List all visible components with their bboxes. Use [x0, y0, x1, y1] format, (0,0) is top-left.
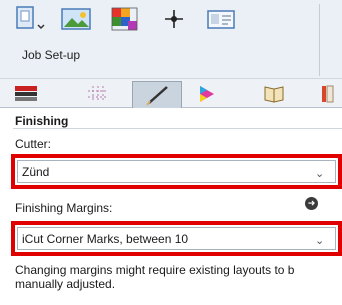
section-label: Job Set-up: [22, 48, 81, 62]
color-palette-icon: [111, 7, 138, 31]
finishing-margins-value: iCut Corner Marks, between 10: [22, 231, 189, 246]
crosshair-button[interactable]: [158, 4, 190, 34]
grid-dots-icon: [88, 86, 108, 102]
cutter-highlight: Zünd ⌄: [11, 154, 342, 189]
tab-more[interactable]: [318, 82, 338, 106]
tab-media[interactable]: [10, 82, 42, 106]
margins-note-line2: manually adjusted.: [15, 277, 116, 291]
cutter-select[interactable]: Zünd ⌄: [17, 160, 336, 183]
id-card-icon: [207, 10, 235, 29]
page-layout-icon: [16, 6, 45, 30]
heading-divider: [13, 128, 342, 129]
finishing-margins-label: Finishing Margins:: [15, 201, 113, 215]
toolbar-divider: [319, 4, 320, 76]
chevron-down-icon[interactable]: ⌄: [315, 168, 327, 180]
crosshair-icon: [165, 10, 183, 28]
arrow-right-icon[interactable]: ➜: [305, 197, 318, 210]
cutter-label: Cutter:: [15, 137, 52, 151]
tab-cut[interactable]: [132, 81, 182, 108]
id-card-button[interactable]: [204, 4, 238, 34]
book-icon: [264, 86, 284, 103]
tab-grid[interactable]: [82, 82, 114, 106]
partial-icon: [322, 85, 334, 103]
finishing-margins-select[interactable]: iCut Corner Marks, between 10 ⌄: [17, 227, 336, 250]
finishing-heading: Finishing: [15, 114, 69, 128]
cut-line-icon: [146, 86, 168, 106]
tab-strip: [0, 78, 342, 108]
tab-book[interactable]: [258, 82, 290, 106]
image-button[interactable]: [58, 4, 94, 34]
media-stack-icon: [15, 86, 37, 101]
color-palette-button[interactable]: [106, 4, 142, 34]
tab-color-profile[interactable]: [190, 82, 222, 106]
margins-note-line1: Changing margins might require existing …: [15, 263, 295, 277]
margins-note: Changing margins might require existing …: [15, 263, 342, 291]
color-profile-icon: [200, 86, 214, 102]
cutter-value: Zünd: [22, 164, 50, 179]
margins-highlight: iCut Corner Marks, between 10 ⌄: [11, 221, 342, 256]
page-layout-button[interactable]: [14, 4, 48, 34]
chevron-down-icon[interactable]: ⌄: [315, 235, 327, 247]
image-icon: [61, 8, 91, 30]
